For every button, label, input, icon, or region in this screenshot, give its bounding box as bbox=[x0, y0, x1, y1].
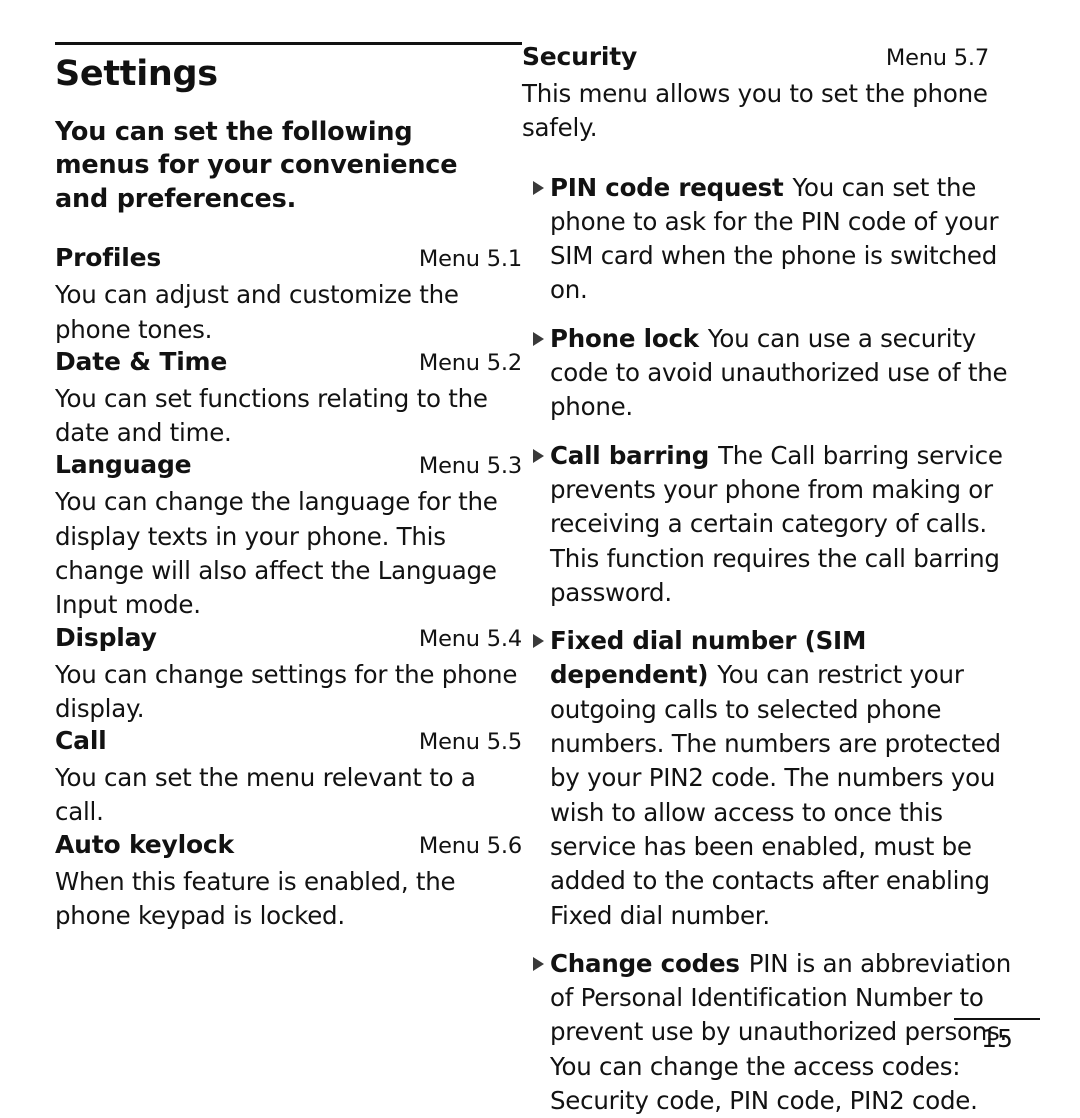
left-column: Settings You can set the following menus… bbox=[0, 0, 522, 1118]
list-item: Fixed dial number (SIM dependent) You can… bbox=[522, 624, 1017, 933]
menu-section-name: Auto keylock bbox=[55, 829, 234, 859]
page-number-rule bbox=[954, 1017, 1040, 1020]
list-item: PIN code request You can set the phone to… bbox=[522, 171, 1017, 308]
menu-section-body: This menu allows you to set the phone sa… bbox=[522, 79, 988, 143]
menu-heading-row: Display Menu 5.4 bbox=[55, 623, 522, 652]
right-column: Security Menu 5.7 This menu allows you t… bbox=[522, 0, 1080, 1118]
menu-heading-row: Security Menu 5.7 bbox=[522, 42, 989, 71]
bullet-term: Phone lock bbox=[550, 323, 699, 353]
menu-section-name: Profiles bbox=[55, 243, 162, 273]
menu-section-auto-keylock: Auto keylock Menu 5.6 When this feature … bbox=[55, 830, 522, 934]
page-number: 15 bbox=[981, 1023, 1013, 1053]
manual-page: Settings You can set the following menus… bbox=[0, 0, 1080, 1115]
triangle-bullet-icon bbox=[533, 331, 544, 346]
menu-section-name: Display bbox=[55, 622, 157, 652]
title-divider-rule bbox=[55, 42, 522, 45]
bullet-description: You can restrict your outgoing calls to … bbox=[550, 660, 1001, 930]
menu-section-call: Call Menu 5.5 You can set the menu relev… bbox=[55, 726, 522, 830]
menu-heading-row: Call Menu 5.5 bbox=[55, 726, 522, 755]
menu-section-name: Language bbox=[55, 450, 192, 480]
menu-section-body: You can set the menu relevant to a call. bbox=[55, 763, 476, 827]
menu-section-name: Security bbox=[522, 42, 638, 71]
menu-section-date-time: Date & Time Menu 5.2 You can set functio… bbox=[55, 347, 522, 451]
list-item: Call barring The Call barring service pre… bbox=[522, 439, 1017, 610]
menu-section-display: Display Menu 5.4 You can change settings… bbox=[55, 623, 522, 727]
menu-section-reference: Menu 5.6 bbox=[418, 832, 522, 859]
menu-heading-row: Date & Time Menu 5.2 bbox=[55, 347, 522, 376]
list-item: Change codes PIN is an abbreviation of Pe… bbox=[522, 947, 1017, 1118]
bullet-term: Change codes bbox=[550, 948, 740, 978]
menu-section-profiles: Profiles Menu 5.1 You can adjust and cus… bbox=[55, 243, 522, 347]
menu-section-body: You can set functions relating to the da… bbox=[55, 383, 488, 448]
page-footer: 15 bbox=[954, 1017, 1040, 1053]
bullet-term: Call barring bbox=[550, 440, 710, 470]
menu-section-body: You can adjust and customize the phone t… bbox=[55, 280, 459, 344]
intro-paragraph: You can set the following menus for your… bbox=[55, 116, 458, 215]
menu-section-name: Call bbox=[55, 726, 107, 756]
menu-heading-row: Profiles Menu 5.1 bbox=[55, 243, 522, 272]
triangle-bullet-icon bbox=[533, 634, 544, 649]
menu-section-reference: Menu 5.3 bbox=[418, 453, 522, 480]
menu-section-body: You can change settings for the phone di… bbox=[55, 659, 518, 723]
page-columns: Settings You can set the following menus… bbox=[0, 0, 1080, 1118]
menu-section-body: When this feature is enabled, the phone … bbox=[55, 866, 456, 931]
menu-section-language: Language Menu 5.3 You can change the lan… bbox=[55, 450, 522, 622]
menu-heading-row: Language Menu 5.3 bbox=[55, 450, 522, 479]
menu-section-reference: Menu 5.4 bbox=[418, 625, 522, 652]
menu-section-reference: Menu 5.1 bbox=[418, 246, 522, 273]
triangle-bullet-icon bbox=[533, 956, 544, 971]
triangle-bullet-icon bbox=[533, 448, 544, 463]
security-bullet-list: PIN code request You can set the phone to… bbox=[522, 171, 1011, 1118]
triangle-bullet-icon bbox=[533, 180, 544, 195]
menu-section-name: Date & Time bbox=[55, 346, 228, 376]
menu-section-security: Security Menu 5.7 This menu allows you t… bbox=[522, 42, 989, 146]
bullet-term: PIN code request bbox=[550, 172, 784, 202]
menu-section-reference: Menu 5.2 bbox=[418, 349, 522, 376]
menu-section-reference: Menu 5.7 bbox=[885, 45, 989, 71]
menu-section-reference: Menu 5.5 bbox=[418, 729, 522, 756]
list-item: Phone lock You can use a security code to… bbox=[522, 322, 1017, 425]
menu-heading-row: Auto keylock Menu 5.6 bbox=[55, 830, 522, 859]
page-title: Settings bbox=[55, 54, 218, 94]
menu-section-body: You can change the language for the disp… bbox=[55, 487, 498, 620]
